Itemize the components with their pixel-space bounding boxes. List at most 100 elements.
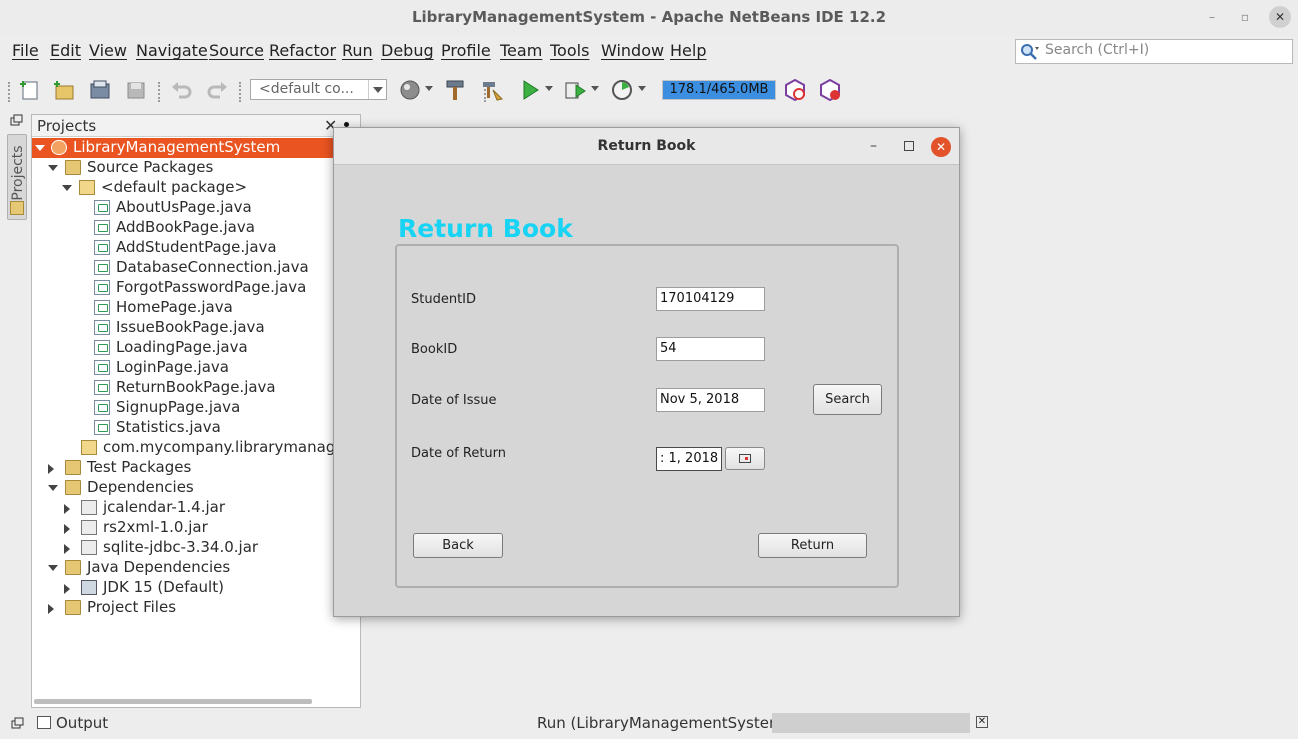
- java-file-icon: [94, 200, 110, 215]
- build-hammer-icon[interactable]: [443, 78, 467, 102]
- expanded-arrow-icon[interactable]: [48, 565, 58, 571]
- collapsed-arrow-icon[interactable]: [48, 464, 54, 474]
- java-file-icon: [94, 280, 110, 295]
- save-all-icon[interactable]: [124, 78, 148, 102]
- tree-item[interactable]: Statistics.java: [32, 418, 362, 438]
- menu-edit[interactable]: Edit: [50, 41, 81, 60]
- tree-item[interactable]: HomePage.java: [32, 298, 362, 318]
- collapsed-arrow-icon[interactable]: [64, 524, 70, 534]
- config-select[interactable]: <default co...: [250, 79, 387, 100]
- sidebar-tab-projects[interactable]: Projects: [7, 134, 27, 220]
- tree-item[interactable]: sqlite-jdbc-3.34.0.jar: [32, 538, 362, 558]
- memory-indicator[interactable]: 178.1/465.0MB: [662, 80, 776, 100]
- return-button[interactable]: Return: [758, 533, 867, 558]
- collapsed-arrow-icon[interactable]: [48, 604, 54, 614]
- menu-run[interactable]: Run: [342, 41, 373, 60]
- menu-team[interactable]: Team: [500, 41, 542, 60]
- collapsed-arrow-icon[interactable]: [64, 584, 70, 594]
- tree-item[interactable]: LibraryManagementSystem: [32, 138, 362, 158]
- menu-file[interactable]: File: [12, 41, 39, 60]
- dialog-minimize-button[interactable]: –: [870, 138, 877, 154]
- book-id-field[interactable]: 54: [656, 337, 765, 361]
- tree-item[interactable]: ReturnBookPage.java: [32, 378, 362, 398]
- profile-icon[interactable]: [610, 78, 634, 102]
- expanded-arrow-icon[interactable]: [48, 485, 58, 491]
- horizontal-scrollbar[interactable]: [34, 699, 312, 704]
- tree-item[interactable]: DatabaseConnection.java: [32, 258, 362, 278]
- menu-help[interactable]: Help: [670, 41, 706, 60]
- debug-icon[interactable]: [563, 78, 587, 102]
- chevron-down-icon[interactable]: [591, 86, 599, 91]
- tree-item[interactable]: LoginPage.java: [32, 358, 362, 378]
- window-close-button[interactable]: ✕: [1269, 6, 1291, 28]
- tree-item-label: LoginPage.java: [116, 358, 229, 376]
- globe-icon[interactable]: [398, 78, 422, 102]
- restore-window-icon[interactable]: [10, 114, 24, 126]
- tree-item[interactable]: Source Packages: [32, 158, 362, 178]
- tree-item[interactable]: SignupPage.java: [32, 398, 362, 418]
- tree-item[interactable]: AddStudentPage.java: [32, 238, 362, 258]
- tree-item[interactable]: LoadingPage.java: [32, 338, 362, 358]
- chevron-down-icon[interactable]: [638, 86, 646, 91]
- restore-window-icon[interactable]: [11, 717, 25, 729]
- tree-item[interactable]: AddBookPage.java: [32, 218, 362, 238]
- student-id-field[interactable]: 170104129: [656, 287, 765, 311]
- tree-item[interactable]: Dependencies: [32, 478, 362, 498]
- chevron-down-icon[interactable]: [425, 86, 433, 91]
- menu-tools[interactable]: Tools: [550, 41, 589, 60]
- expanded-arrow-icon[interactable]: [35, 145, 45, 151]
- open-project-icon[interactable]: [88, 78, 112, 102]
- folder-icon: [65, 480, 81, 495]
- run-icon[interactable]: [518, 78, 542, 102]
- clean-build-icon[interactable]: [480, 78, 504, 102]
- chevron-down-icon[interactable]: [545, 86, 553, 91]
- search-button[interactable]: Search: [813, 384, 882, 415]
- calendar-picker-button[interactable]: [725, 447, 765, 470]
- project-icon: [51, 140, 67, 155]
- tree-item[interactable]: com.mycompany.librarymanagem: [32, 438, 362, 458]
- dialog-close-button[interactable]: ✕: [931, 137, 951, 157]
- output-tab[interactable]: Output: [56, 714, 108, 732]
- tree-item[interactable]: Project Files: [32, 598, 362, 618]
- window-title: LibraryManagementSystem - Apache NetBean…: [411, 8, 887, 26]
- menu-window[interactable]: Window: [601, 41, 664, 60]
- expanded-arrow-icon[interactable]: [48, 165, 58, 171]
- menu-profile[interactable]: Profile: [441, 41, 491, 60]
- jar-icon: [81, 500, 97, 515]
- cancel-run-icon[interactable]: ✕: [976, 716, 988, 728]
- dialog-maximize-button[interactable]: [904, 141, 914, 151]
- menu-debug[interactable]: Debug: [381, 41, 434, 60]
- tree-item[interactable]: jcalendar-1.4.jar: [32, 498, 362, 518]
- new-project-icon[interactable]: [52, 78, 76, 102]
- menu-navigate[interactable]: Navigate: [136, 41, 208, 60]
- collapsed-arrow-icon[interactable]: [64, 504, 70, 514]
- tree-item[interactable]: ForgotPasswordPage.java: [32, 278, 362, 298]
- issue-date-field[interactable]: Nov 5, 2018: [656, 388, 765, 412]
- new-file-icon[interactable]: [18, 78, 42, 102]
- window-minimize-button[interactable]: –: [1201, 6, 1223, 28]
- return-date-field[interactable]: : 1, 2018: [656, 447, 722, 471]
- tree-item[interactable]: IssueBookPage.java: [32, 318, 362, 338]
- tree-item[interactable]: JDK 15 (Default): [32, 578, 362, 598]
- tree-item[interactable]: rs2xml-1.0.jar: [32, 518, 362, 538]
- tree-item[interactable]: <default package>: [32, 178, 362, 198]
- expanded-arrow-icon[interactable]: [62, 185, 72, 191]
- snapshot-icon[interactable]: [818, 78, 842, 102]
- menu-refactor[interactable]: Refactor: [269, 41, 336, 60]
- tree-item[interactable]: AboutUsPage.java: [32, 198, 362, 218]
- tree-item[interactable]: Java Dependencies: [32, 558, 362, 578]
- output-icon: [37, 716, 51, 729]
- window-maximize-button[interactable]: ▫: [1234, 6, 1256, 28]
- collapsed-arrow-icon[interactable]: [64, 544, 70, 554]
- menu-source[interactable]: Source: [209, 41, 264, 60]
- return-form-panel: StudentID 170104129 BookID 54 Date of Is…: [395, 244, 899, 588]
- redo-icon[interactable]: [205, 78, 229, 102]
- tree-item-label: SignupPage.java: [116, 398, 241, 416]
- tree-item[interactable]: Test Packages: [32, 458, 362, 478]
- search-input[interactable]: Search (Ctrl+I): [1015, 39, 1293, 64]
- gc-icon[interactable]: [783, 78, 807, 102]
- menu-view[interactable]: View: [89, 41, 127, 60]
- back-button[interactable]: Back: [413, 533, 503, 558]
- java-file-icon: [94, 420, 110, 435]
- undo-icon[interactable]: [170, 78, 194, 102]
